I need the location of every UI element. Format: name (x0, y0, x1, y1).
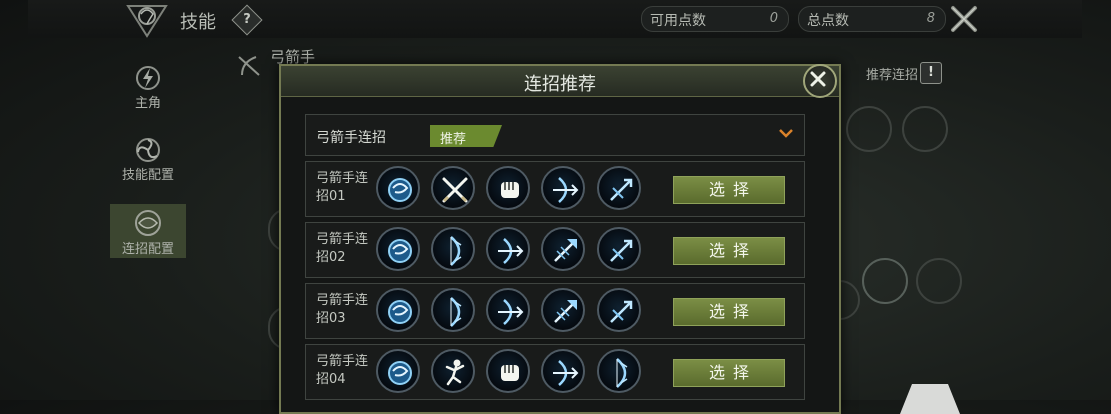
select-button[interactable]: 选择 (673, 359, 785, 387)
arrow-burst-icon[interactable] (541, 227, 585, 271)
arrow-slash-icon[interactable] (597, 166, 641, 210)
bow-arrow-icon[interactable] (486, 288, 530, 332)
combo-name: 弓箭手连招02 (316, 232, 369, 265)
select-button[interactable]: 选择 (673, 237, 785, 265)
bow-icon[interactable] (431, 227, 475, 271)
sidebar-item-label: 主角 (134, 96, 161, 111)
available-points: 可用点数 0 (641, 6, 789, 32)
total-points-label: 总点数 (807, 13, 849, 29)
combo-emblem-icon (135, 210, 161, 236)
combo-name: 弓箭手连招03 (316, 293, 369, 326)
skill-slot[interactable] (916, 258, 962, 304)
combo-row-04: 弓箭手连招04 选择 (305, 344, 805, 400)
lightning-emblem-icon (136, 66, 160, 90)
sidebar-item-label: 技能配置 (121, 168, 174, 183)
recommend-combo-label[interactable]: 推荐连招 (866, 64, 918, 83)
sidebar-item-protagonist[interactable]: 主角 (110, 64, 186, 112)
total-points-value: 8 (926, 11, 935, 26)
bow-class-icon (238, 56, 260, 76)
arrow-burst-icon[interactable] (541, 288, 585, 332)
bow-icon[interactable] (431, 288, 475, 332)
combo-row-02: 弓箭手连招02 选择 (305, 222, 805, 278)
warning-icon[interactable]: ! (920, 62, 942, 84)
chevron-down-icon[interactable] (778, 127, 794, 139)
sidebar-item-combo-config[interactable]: 连招配置 (110, 204, 186, 258)
wind-orb-icon[interactable] (376, 288, 420, 332)
sidebar-item-label: 连招配置 (121, 242, 174, 257)
bow-arrow-icon[interactable] (486, 227, 530, 271)
recommend-tag-text: 推荐 (440, 132, 467, 147)
sidebar-item-skill-config[interactable]: 技能配置 (110, 136, 186, 184)
dialog-close-button[interactable] (803, 64, 837, 98)
dialog-header: 连招推荐 (281, 66, 839, 97)
recommend-tag: 推荐 (430, 125, 502, 147)
corner-decoration (900, 384, 960, 414)
dialog-title: 连招推荐 (524, 74, 596, 95)
skill-slot[interactable] (846, 106, 892, 152)
leaping-figure-icon[interactable] (431, 349, 475, 393)
crossed-swords-icon[interactable] (431, 166, 475, 210)
skill-slot[interactable] (902, 106, 948, 152)
select-button[interactable]: 选择 (673, 298, 785, 326)
bow-icon[interactable] (597, 349, 641, 393)
fist-icon[interactable] (486, 349, 530, 393)
dragon-emblem-icon (126, 5, 168, 38)
available-points-label: 可用点数 (650, 13, 706, 29)
close-icon[interactable] (950, 5, 978, 33)
wind-orb-icon[interactable] (376, 349, 420, 393)
arrow-slash-icon[interactable] (597, 227, 641, 271)
wind-orb-icon[interactable] (376, 227, 420, 271)
wind-orb-icon[interactable] (376, 166, 420, 210)
close-icon (810, 71, 826, 87)
total-points: 总点数 8 (798, 6, 946, 32)
combo-row-03: 弓箭手连招03 选择 (305, 283, 805, 339)
select-button[interactable]: 选择 (673, 176, 785, 204)
skill-slot-filled[interactable] (862, 258, 908, 304)
combo-name: 弓箭手连招01 (316, 171, 369, 204)
combo-row-01: 弓箭手连招01 选择 (305, 161, 805, 217)
dropdown-label: 弓箭手连招 (316, 130, 386, 146)
help-icon-glyph: ? (243, 12, 251, 27)
arrow-slash-icon[interactable] (597, 288, 641, 332)
bow-arrow-icon[interactable] (541, 166, 585, 210)
fist-icon[interactable] (486, 166, 530, 210)
page-title: 技能 (180, 12, 216, 33)
spiral-emblem-icon (136, 138, 160, 162)
bow-arrow-icon[interactable] (541, 349, 585, 393)
available-points-value: 0 (769, 11, 778, 26)
combo-class-dropdown[interactable]: 弓箭手连招 推荐 (305, 114, 805, 156)
combo-name: 弓箭手连招04 (316, 354, 369, 387)
